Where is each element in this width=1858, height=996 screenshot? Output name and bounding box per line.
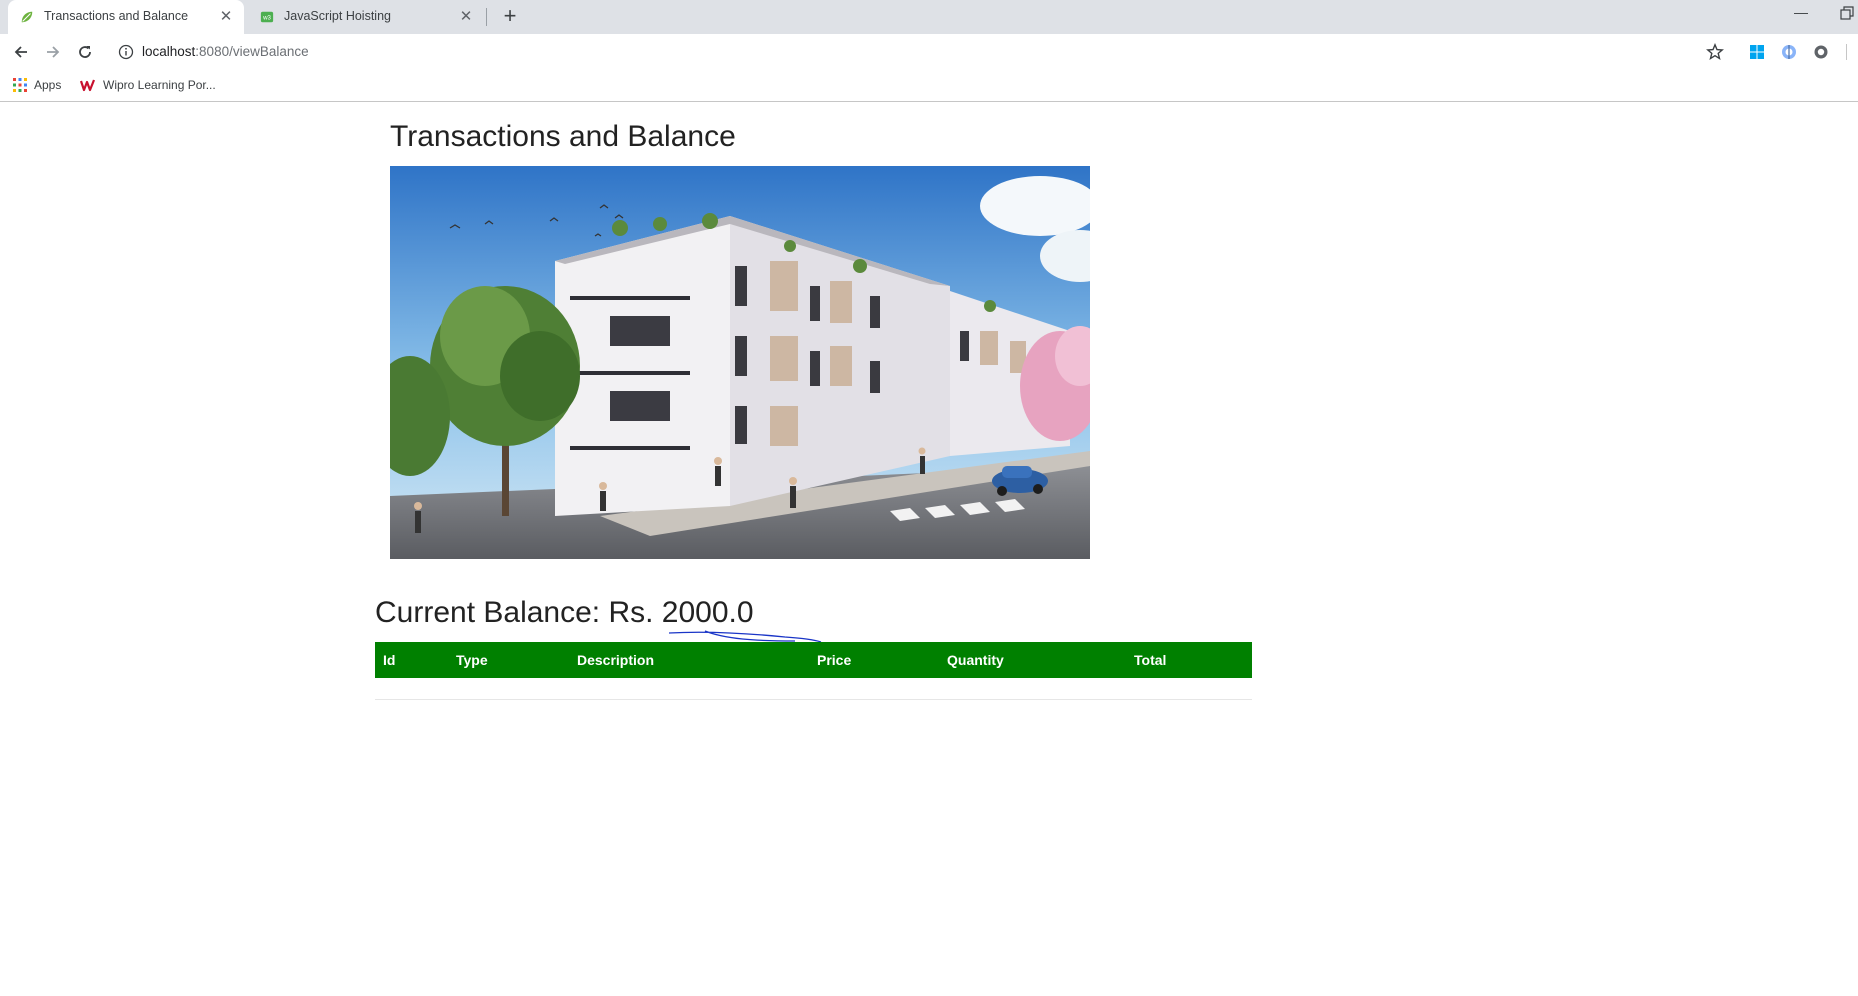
- extension-circle-icon[interactable]: [1813, 44, 1829, 60]
- svg-text:w3: w3: [262, 15, 271, 22]
- transactions-table: Id Type Description Price Quantity Total: [375, 642, 1252, 678]
- back-button[interactable]: [9, 40, 33, 64]
- column-header-total: Total: [1126, 642, 1252, 678]
- browser-chrome: Transactions and Balance ✕ w3 JavaScript…: [0, 0, 1858, 103]
- table-header-row: Id Type Description Price Quantity Total: [375, 642, 1252, 678]
- tab-strip: Transactions and Balance ✕ w3 JavaScript…: [0, 0, 1858, 34]
- bookmark-star-icon[interactable]: [1706, 43, 1724, 61]
- toolbar-divider: [1846, 44, 1847, 60]
- tab-javascript-hoisting[interactable]: w3 JavaScript Hoisting ✕: [248, 0, 484, 34]
- tab-separator: [486, 8, 487, 26]
- column-header-quantity: Quantity: [939, 642, 1126, 678]
- restore-window-icon[interactable]: [1838, 4, 1858, 24]
- url-path: :8080/viewBalance: [195, 44, 309, 59]
- column-header-description: Description: [569, 642, 809, 678]
- bookmark-wipro-learning[interactable]: Wipro Learning Por...: [80, 78, 216, 92]
- browser-toolbar: localhost:8080/viewBalance: [0, 34, 1858, 70]
- close-tab-icon[interactable]: ✕: [216, 7, 236, 27]
- page-title: Transactions and Balance: [390, 120, 736, 153]
- reload-icon: [79, 46, 91, 58]
- page-content: Transactions and Balance Current Balance…: [0, 103, 1858, 996]
- close-tab-icon[interactable]: ✕: [456, 7, 476, 27]
- new-tab-button[interactable]: +: [498, 5, 522, 29]
- table-bottom-rule: [375, 699, 1252, 700]
- extension-globe-icon[interactable]: [1781, 44, 1797, 60]
- forward-arrow-icon: [47, 46, 60, 58]
- bookmark-apps[interactable]: Apps: [13, 78, 61, 92]
- bookmark-label: Apps: [34, 78, 62, 92]
- column-header-id: Id: [375, 642, 448, 678]
- column-header-type: Type: [448, 642, 569, 678]
- apartment-building-photo: [390, 166, 1090, 559]
- forward-button[interactable]: [41, 40, 65, 64]
- bookmark-label: Wipro Learning Por...: [103, 78, 216, 92]
- wipro-logo-icon: [80, 79, 96, 92]
- current-balance: Current Balance: Rs. 2000.0: [375, 596, 754, 629]
- column-header-price: Price: [809, 642, 939, 678]
- site-favicon-icon: w3: [260, 11, 274, 23]
- tab-title: JavaScript Hoisting: [284, 9, 391, 23]
- tab-title: Transactions and Balance: [44, 9, 189, 23]
- windows-extension-icon[interactable]: [1749, 44, 1765, 60]
- spring-leaf-icon: [21, 11, 33, 23]
- back-arrow-icon: [14, 46, 27, 58]
- apps-grid-icon: [13, 78, 27, 92]
- bookmarks-bar: Apps Wipro Learning Por...: [0, 70, 1858, 102]
- tab-transactions[interactable]: Transactions and Balance ✕: [8, 0, 244, 34]
- url-host: localhost: [142, 44, 196, 59]
- address-bar[interactable]: localhost:8080/viewBalance: [108, 37, 1738, 67]
- minimize-icon[interactable]: —: [1790, 4, 1812, 24]
- site-info-icon[interactable]: [118, 44, 134, 60]
- url-text: localhost:8080/viewBalance: [142, 44, 309, 59]
- reload-button[interactable]: [73, 40, 97, 64]
